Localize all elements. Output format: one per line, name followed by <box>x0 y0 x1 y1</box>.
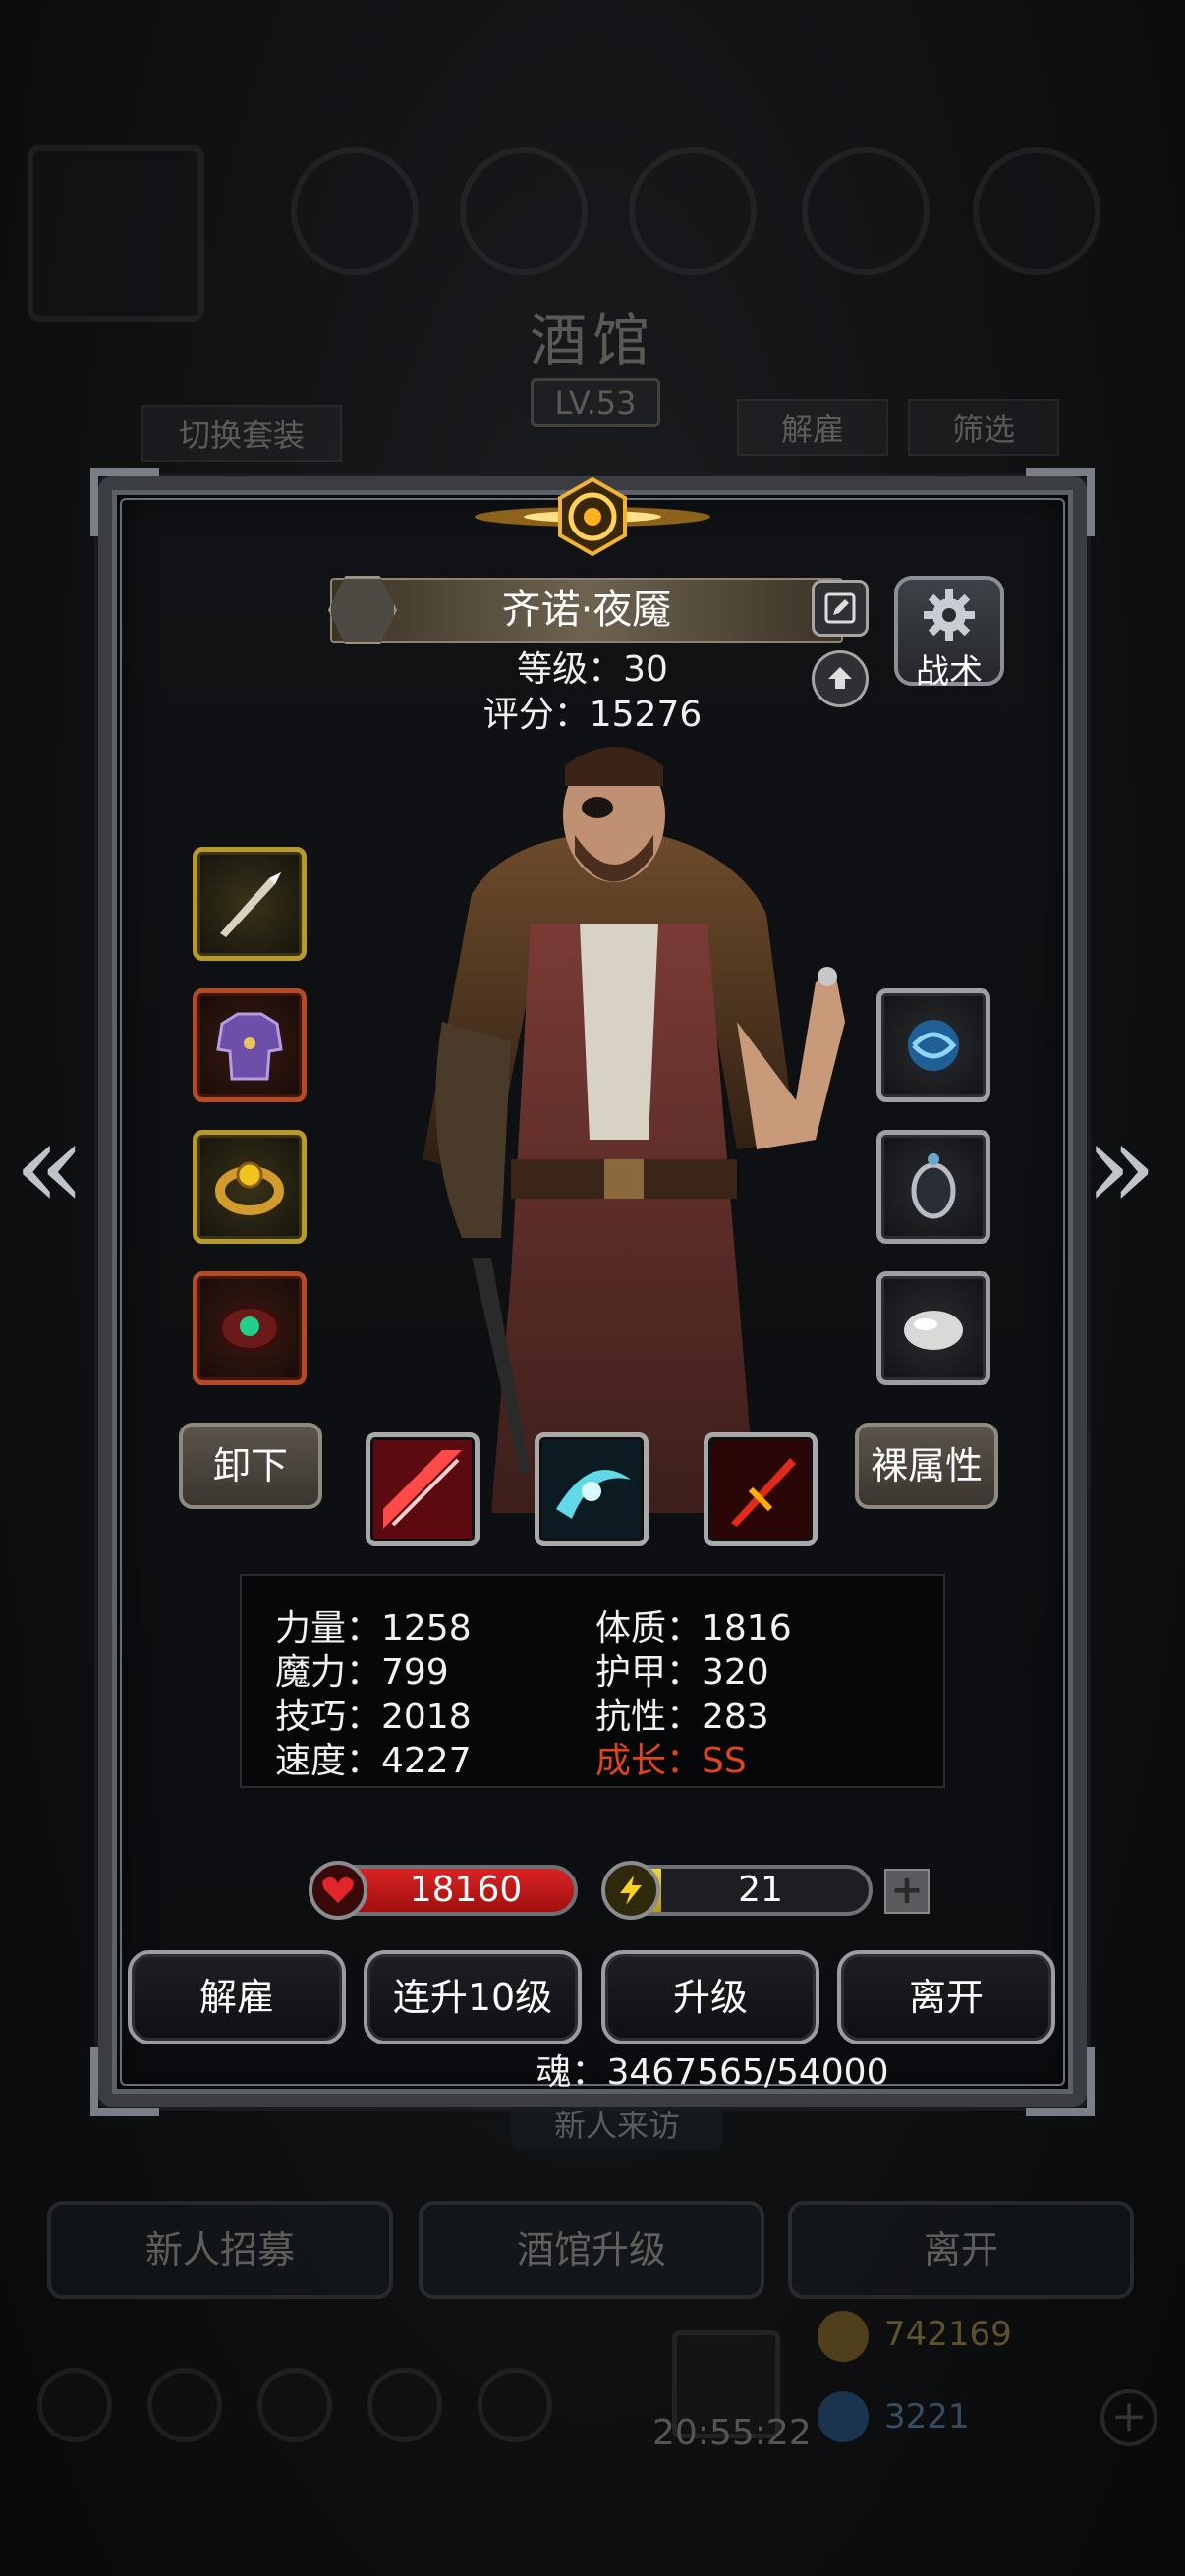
pencil-icon <box>824 592 856 624</box>
resource-slot-icon <box>973 147 1100 275</box>
add-energy-button[interactable]: + <box>884 1869 930 1914</box>
gold-coin-icon <box>818 2311 869 2362</box>
frame-corner <box>90 468 159 536</box>
leave-button[interactable]: 离开 <box>837 1950 1055 2044</box>
unequip-button[interactable]: 卸下 <box>179 1423 322 1509</box>
skill-slot[interactable] <box>535 1432 649 1546</box>
tavern-upgrade-button[interactable]: 酒馆升级 <box>419 2201 764 2299</box>
recruit-button[interactable]: 新人招募 <box>47 2201 393 2299</box>
hp-value: 18160 <box>409 1870 523 1910</box>
filter-tab[interactable]: 筛选 <box>908 399 1059 456</box>
level-up-10-button[interactable]: 连升10级 <box>364 1950 582 2044</box>
stat-speed: 速度：4227 <box>275 1741 472 1781</box>
gem-icon <box>818 2391 869 2442</box>
hero-name: 齐诺·夜魇 <box>501 588 672 633</box>
frame-corner <box>1026 468 1095 536</box>
gold-amount: 742169 <box>884 2315 1012 2354</box>
switch-outfit-tab[interactable]: 切换套装 <box>141 405 342 462</box>
clock: 20:55:22 <box>652 2413 812 2453</box>
menu-icon[interactable] <box>37 2368 112 2442</box>
tavern-leave-button[interactable]: 离开 <box>788 2201 1134 2299</box>
resource-slot-icon <box>291 147 419 275</box>
visitor-label: 新人来访 <box>511 2100 723 2150</box>
energy-value: 21 <box>738 1870 783 1910</box>
sun-emblem-icon <box>475 476 710 557</box>
resource-slot-icon <box>629 147 757 275</box>
menu-icon[interactable] <box>147 2368 222 2442</box>
weapon-slot[interactable] <box>193 847 307 961</box>
dismiss-button[interactable]: 解雇 <box>128 1950 346 2044</box>
stone-icon <box>904 1311 963 1350</box>
armor-icon <box>216 1012 283 1081</box>
gem-amulet-icon <box>218 1305 281 1352</box>
charm-slot[interactable] <box>876 1130 990 1244</box>
dismiss-tab[interactable]: 解雇 <box>737 399 888 456</box>
ring-icon <box>215 1161 284 1215</box>
spear-icon <box>220 872 281 937</box>
blue-orb-icon <box>908 1020 959 1071</box>
menu-icon[interactable] <box>478 2368 552 2442</box>
rename-button[interactable] <box>812 580 869 637</box>
mirror-icon <box>911 1153 956 1219</box>
skill-slot[interactable] <box>366 1432 480 1546</box>
ring-slot[interactable] <box>193 1130 307 1244</box>
resource-slot-icon <box>460 147 588 275</box>
armor-slot[interactable] <box>193 988 307 1102</box>
menu-icon[interactable] <box>367 2368 442 2442</box>
amulet-slot[interactable] <box>193 1271 307 1385</box>
menu-icon[interactable] <box>257 2368 332 2442</box>
tavern-level: LV.53 <box>531 378 660 427</box>
stone-slot[interactable] <box>876 1271 990 1385</box>
gear-icon <box>924 589 975 641</box>
next-hero-arrow[interactable]: » <box>1085 1108 1157 1226</box>
prev-hero-arrow[interactable]: « <box>14 1108 85 1226</box>
stat-growth: 成长：SS <box>595 1741 747 1781</box>
add-currency-icon[interactable]: + <box>1100 2389 1157 2446</box>
whirl-skill-icon <box>542 1440 641 1539</box>
resource-slot-icon <box>802 147 930 275</box>
slash-skill-icon <box>373 1440 472 1539</box>
blade-skill-icon <box>711 1440 810 1539</box>
hero-level: 等级：30 <box>517 649 668 690</box>
gem-amount: 3221 <box>884 2397 970 2436</box>
tavern-title: 酒馆 <box>529 308 655 374</box>
soul-counter: 魂：3467565/54000 <box>536 2052 889 2093</box>
level-up-button[interactable]: 升级 <box>601 1950 819 2044</box>
skill-slot[interactable] <box>704 1432 818 1546</box>
accessory-slot[interactable] <box>876 988 990 1102</box>
base-attributes-button[interactable]: 裸属性 <box>855 1423 998 1509</box>
